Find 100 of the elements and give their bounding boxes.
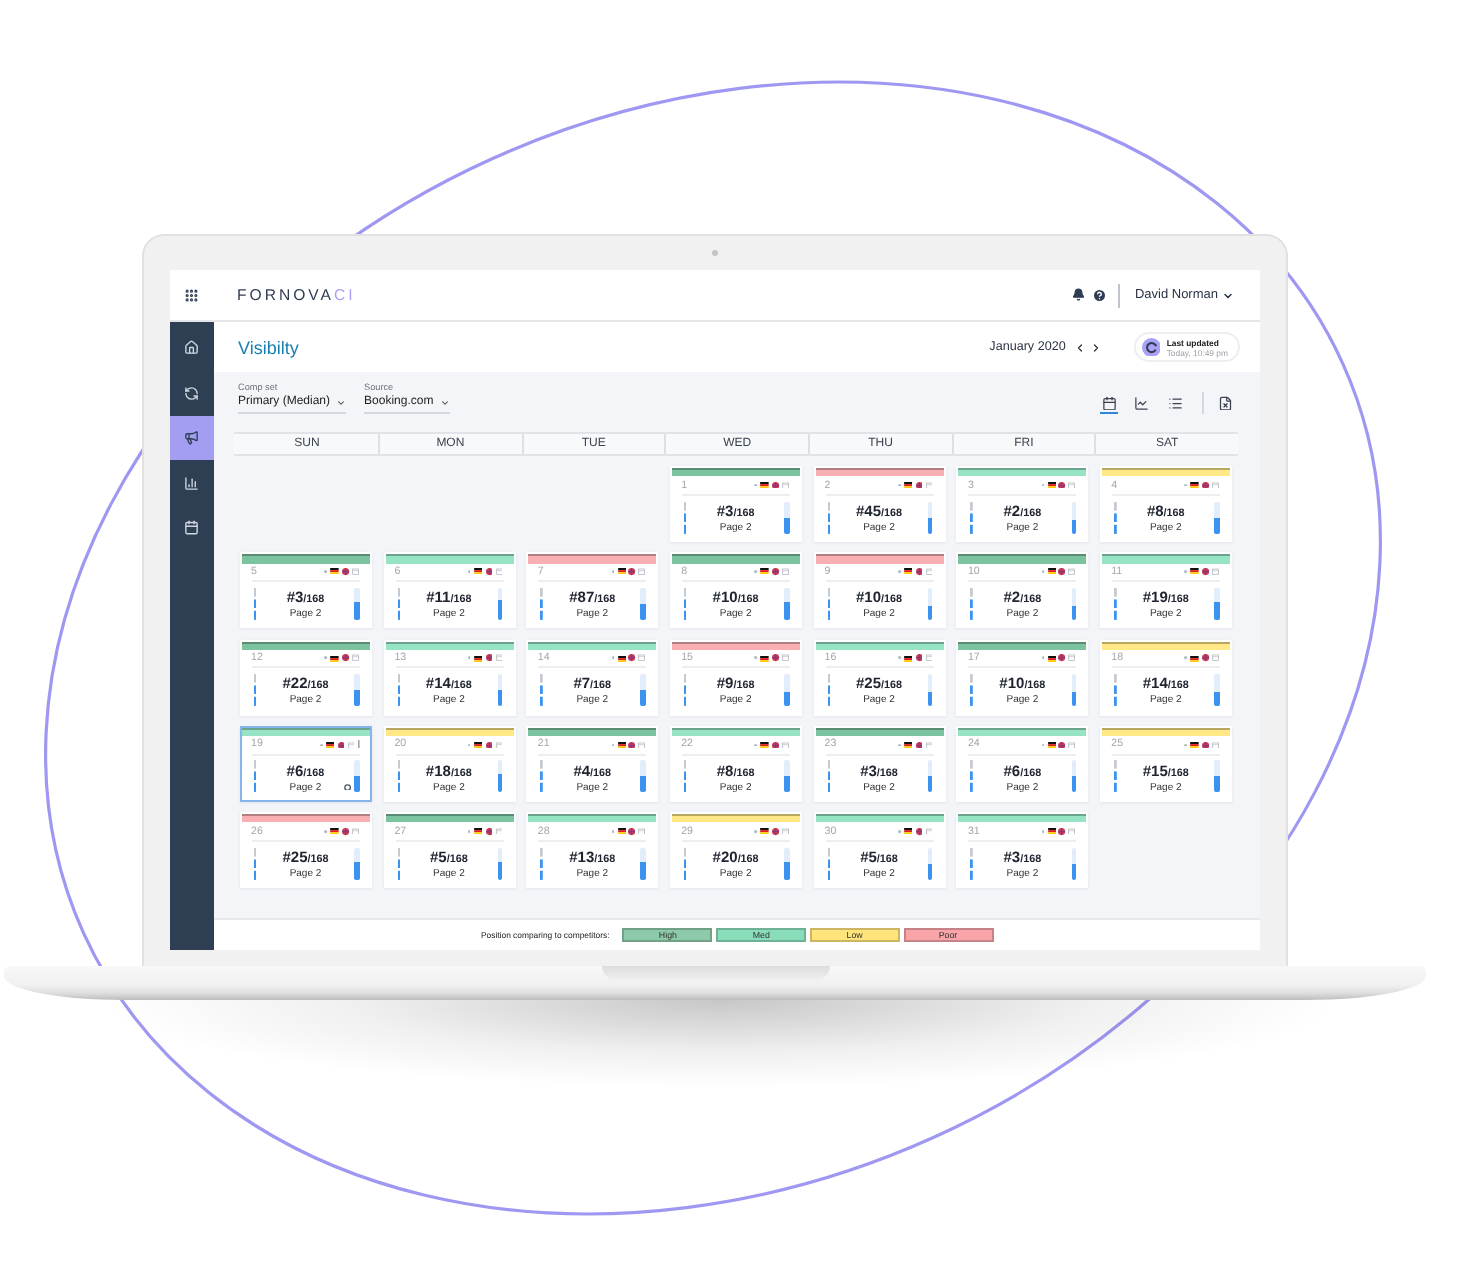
sync-badge-icon <box>1141 337 1161 357</box>
calendar-icon <box>1068 481 1076 489</box>
chevron-down-icon <box>336 397 347 407</box>
round-flag-icon <box>485 654 493 662</box>
round-flag-icon <box>628 827 636 836</box>
calendar-icon <box>781 568 790 576</box>
camera-dot-icon <box>712 250 718 256</box>
calendar-icon <box>638 828 646 835</box>
grid-menu-icon[interactable] <box>184 287 199 303</box>
round-flag-icon <box>341 568 350 576</box>
round-flag-icon <box>1202 481 1210 489</box>
help-icon[interactable] <box>1091 287 1107 303</box>
calendar-icon <box>351 568 359 576</box>
round-flag-icon <box>628 654 636 662</box>
chevron-down-icon <box>1222 289 1234 301</box>
round-flag-icon <box>915 654 923 662</box>
flag-icon <box>1047 741 1056 749</box>
home-icon <box>184 340 200 355</box>
round-flag-icon <box>915 827 923 836</box>
calendar-icon <box>1212 741 1220 749</box>
flag-icon <box>617 828 626 835</box>
list-icon <box>1167 395 1182 410</box>
round-flag-icon <box>341 654 350 662</box>
vertical-line-icon <box>357 740 359 749</box>
line-chart-icon <box>1134 395 1149 410</box>
round-flag-icon <box>1202 568 1210 576</box>
calendar-icon <box>1068 828 1076 835</box>
flag-icon <box>1190 655 1200 662</box>
flag-icon <box>1047 568 1056 575</box>
round-flag-icon <box>915 568 923 576</box>
calendar-icon <box>925 654 933 662</box>
calendar-icon <box>925 481 933 489</box>
round-flag-icon <box>485 741 493 749</box>
round-flag-icon <box>1058 481 1066 489</box>
round-flag-icon <box>1058 741 1066 749</box>
round-flag-icon <box>485 568 493 576</box>
round-flag-icon <box>771 481 780 489</box>
flag-icon <box>760 655 770 662</box>
flag-icon <box>617 568 626 575</box>
calendar-icon <box>1101 395 1116 410</box>
flag-icon <box>617 655 626 662</box>
calendar-icon <box>1212 568 1220 576</box>
flag-icon <box>903 741 913 749</box>
chevron-down-icon <box>439 397 450 407</box>
calendar-icon <box>1212 654 1220 662</box>
calendar-icon <box>1212 481 1220 489</box>
calendar-icon <box>495 828 503 835</box>
calendar-icon <box>638 654 646 662</box>
calendar-icon <box>925 741 933 749</box>
flag-icon <box>473 568 483 575</box>
round-flag-icon <box>628 568 636 576</box>
sidebar-item[interactable] <box>170 415 214 460</box>
flag-icon <box>330 655 340 662</box>
bar-chart-icon <box>184 475 200 490</box>
calendar-icon <box>781 741 790 749</box>
flag-icon <box>760 481 770 489</box>
round-flag-icon <box>771 827 780 836</box>
round-flag-icon <box>915 741 923 749</box>
bell-icon[interactable] <box>1072 288 1086 302</box>
calendar-icon <box>1068 741 1076 749</box>
round-flag-icon <box>1058 568 1066 576</box>
flag-icon <box>1190 741 1200 749</box>
chevron-right-icon <box>1089 341 1102 353</box>
round-flag-icon <box>771 654 780 662</box>
calendar-icon <box>638 568 646 576</box>
round-flag-icon <box>1058 827 1066 836</box>
round-flag-icon <box>771 741 780 749</box>
round-flag-icon <box>341 827 350 836</box>
calendar-icon <box>638 741 646 749</box>
calendar-icon <box>1068 654 1076 662</box>
calendar-icon <box>925 568 933 576</box>
calendar-icon <box>184 520 200 535</box>
export-button[interactable] <box>1217 392 1234 414</box>
refresh-icon <box>184 385 200 400</box>
calendar-icon <box>781 828 790 835</box>
megaphone-icon <box>184 430 200 445</box>
flag-icon <box>325 741 335 749</box>
view-tab[interactable] <box>1166 392 1183 414</box>
next-month-button[interactable] <box>1089 341 1102 353</box>
flag-icon <box>617 741 626 749</box>
flag-icon <box>473 741 483 749</box>
round-flag-icon <box>628 741 636 749</box>
flag-icon <box>760 568 770 575</box>
view-tab[interactable] <box>1100 392 1117 414</box>
round-flag-icon <box>485 827 493 836</box>
view-tab[interactable] <box>1133 392 1150 414</box>
round-flag-icon <box>337 741 345 749</box>
flag-icon <box>1047 655 1056 662</box>
previous-month-button[interactable] <box>1073 341 1086 353</box>
round-flag-icon <box>915 481 923 489</box>
flag-icon <box>760 828 770 835</box>
round-flag-icon <box>1058 654 1066 662</box>
calendar-icon <box>347 741 355 749</box>
document-x-icon <box>1218 395 1233 411</box>
calendar-icon <box>495 654 503 662</box>
calendar-icon <box>495 568 503 576</box>
ring-icon <box>344 783 352 791</box>
chevron-left-icon <box>1073 341 1086 353</box>
calendar-icon <box>781 481 790 489</box>
flag-icon <box>903 828 913 835</box>
